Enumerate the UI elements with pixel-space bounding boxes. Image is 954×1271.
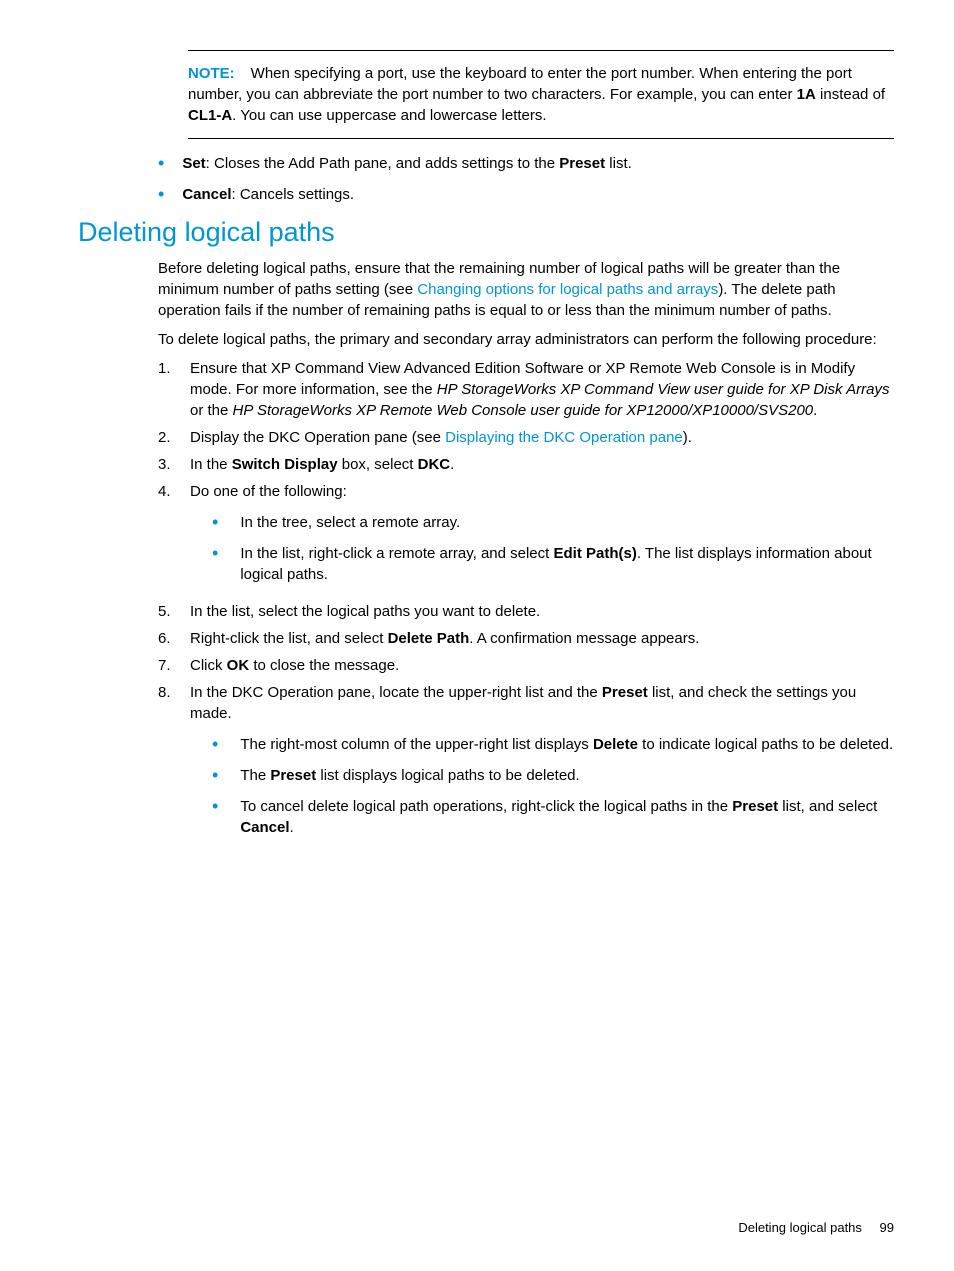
step-text: Ensure that XP Command View Advanced Edi…: [190, 358, 894, 421]
footer-title: Deleting logical paths: [738, 1220, 862, 1235]
bullet-icon: •: [212, 797, 218, 839]
bullet-icon: •: [212, 766, 218, 787]
step-number: 5.: [158, 601, 190, 622]
note-label: NOTE:: [188, 65, 235, 82]
bullet-icon: •: [212, 544, 218, 586]
bullet-text: The Preset list displays logical paths t…: [240, 765, 579, 786]
nested-list: • In the tree, select a remote array. • …: [190, 512, 894, 585]
bullet-icon: •: [212, 735, 218, 756]
bullet-text: Set: Closes the Add Path pane, and adds …: [182, 153, 631, 174]
paragraph: Before deleting logical paths, ensure th…: [158, 258, 894, 321]
document-page: NOTE:When specifying a port, use the key…: [0, 0, 954, 1271]
top-bullet-list: • Set: Closes the Add Path pane, and add…: [158, 153, 894, 205]
list-item: 2. Display the DKC Operation pane (see D…: [158, 427, 894, 448]
section-heading: Deleting logical paths: [78, 217, 894, 248]
bullet-icon: •: [158, 154, 164, 175]
step-text: Do one of the following: • In the tree, …: [190, 481, 894, 595]
nested-list: • The right-most column of the upper-rig…: [190, 734, 894, 838]
list-item: 8. In the DKC Operation pane, locate the…: [158, 682, 894, 848]
paragraph: To delete logical paths, the primary and…: [158, 329, 894, 350]
list-item: 1. Ensure that XP Command View Advanced …: [158, 358, 894, 421]
list-item: • In the list, right-click a remote arra…: [212, 543, 894, 585]
step-text: Display the DKC Operation pane (see Disp…: [190, 427, 894, 448]
step-number: 8.: [158, 682, 190, 848]
bullet-icon: •: [158, 185, 164, 206]
bullet-icon: •: [212, 513, 218, 534]
cross-reference-link[interactable]: Changing options for logical paths and a…: [417, 281, 718, 298]
bullet-text: In the tree, select a remote array.: [240, 512, 460, 533]
list-item: 3. In the Switch Display box, select DKC…: [158, 454, 894, 475]
list-item: • The right-most column of the upper-rig…: [212, 734, 894, 755]
step-number: 1.: [158, 358, 190, 421]
step-text: In the list, select the logical paths yo…: [190, 601, 894, 622]
list-item: 7. Click OK to close the message.: [158, 655, 894, 676]
step-number: 3.: [158, 454, 190, 475]
list-item: 6. Right-click the list, and select Dele…: [158, 628, 894, 649]
step-text: Click OK to close the message.: [190, 655, 894, 676]
step-number: 7.: [158, 655, 190, 676]
note-text: When specifying a port, use the keyboard…: [188, 65, 885, 124]
list-item: • Set: Closes the Add Path pane, and add…: [158, 153, 894, 174]
step-number: 6.: [158, 628, 190, 649]
list-item: 4. Do one of the following: • In the tre…: [158, 481, 894, 595]
step-text: In the Switch Display box, select DKC.: [190, 454, 894, 475]
bullet-text: To cancel delete logical path operations…: [240, 796, 894, 838]
list-item: • To cancel delete logical path operatio…: [212, 796, 894, 838]
step-text: Right-click the list, and select Delete …: [190, 628, 894, 649]
step-number: 2.: [158, 427, 190, 448]
list-item: • In the tree, select a remote array.: [212, 512, 894, 533]
ordered-list: 1. Ensure that XP Command View Advanced …: [158, 358, 894, 848]
page-number: 99: [880, 1220, 894, 1235]
note-block: NOTE:When specifying a port, use the key…: [188, 50, 894, 139]
step-number: 4.: [158, 481, 190, 595]
bullet-text: In the list, right-click a remote array,…: [240, 543, 894, 585]
bullet-text: Cancel: Cancels settings.: [182, 184, 354, 205]
list-item: 5. In the list, select the logical paths…: [158, 601, 894, 622]
list-item: • The Preset list displays logical paths…: [212, 765, 894, 786]
bullet-text: The right-most column of the upper-right…: [240, 734, 893, 755]
page-footer: Deleting logical paths 99: [738, 1220, 894, 1235]
list-item: • Cancel: Cancels settings.: [158, 184, 894, 205]
step-text: In the DKC Operation pane, locate the up…: [190, 682, 894, 848]
cross-reference-link[interactable]: Displaying the DKC Operation pane: [445, 429, 683, 446]
